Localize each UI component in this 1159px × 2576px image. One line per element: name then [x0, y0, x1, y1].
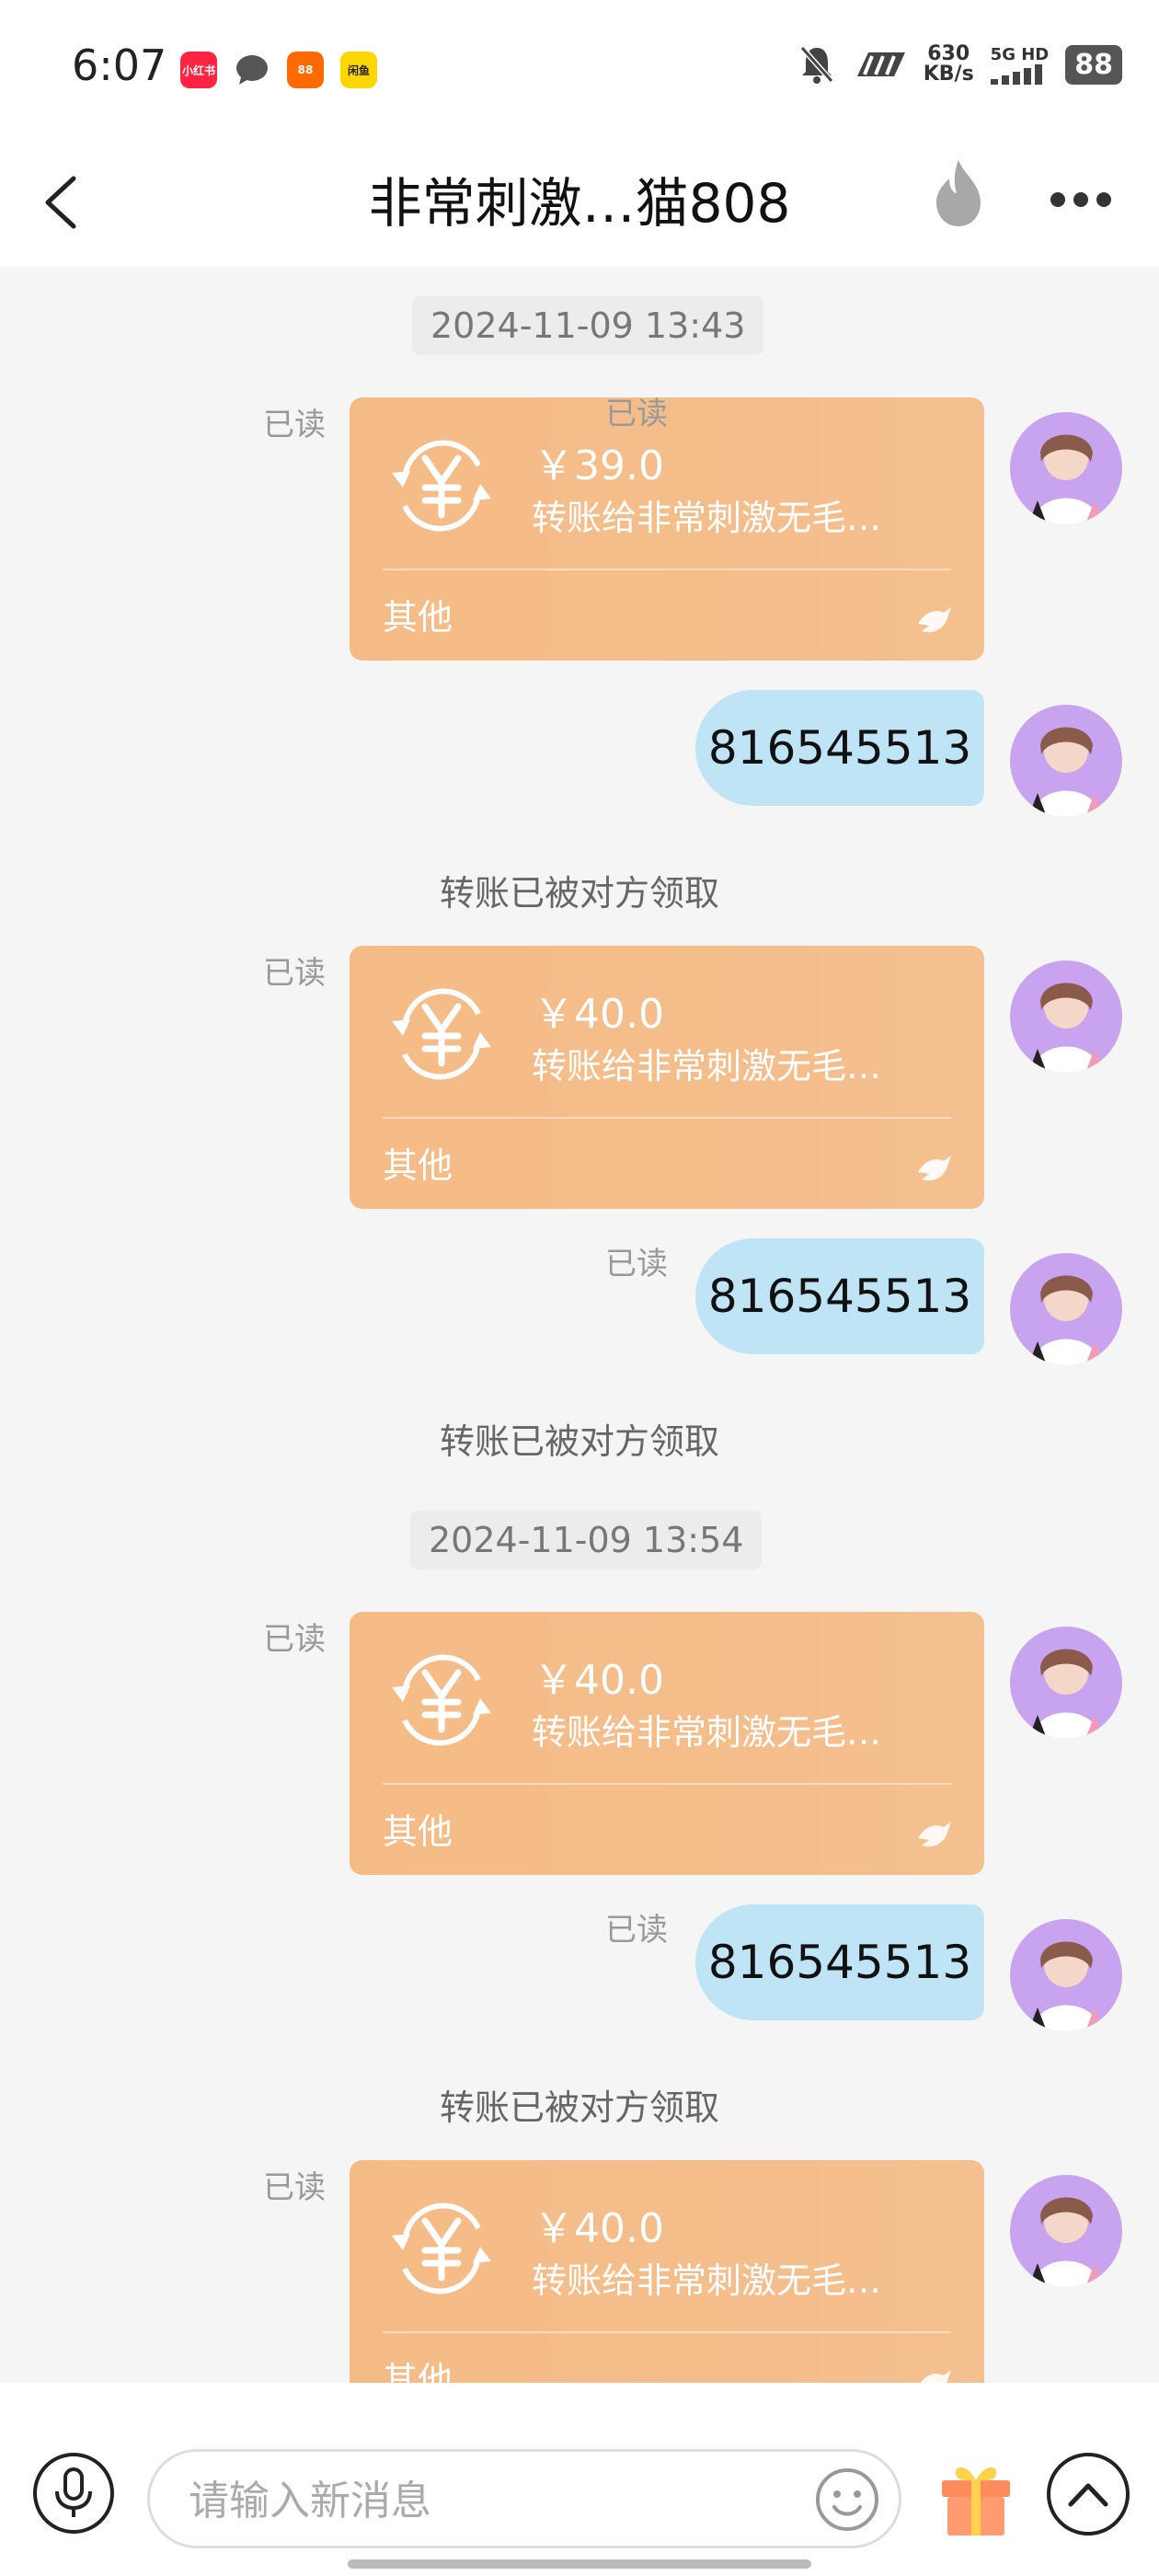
- chat-messages[interactable]: 2024-11-09 13:43 已读 ￥39.0 转账给非常刺激无毛… 其他 …: [0, 267, 1159, 2383]
- chevron-up-icon: [1068, 2483, 1108, 2507]
- avatar[interactable]: [1010, 2175, 1122, 2287]
- read-receipt: 已读: [263, 2169, 326, 2206]
- expand-button[interactable]: [1047, 2453, 1130, 2536]
- network-type: 5G HD: [990, 44, 1050, 64]
- sent-message-bubble[interactable]: 816545513: [695, 1904, 984, 2020]
- signal-bars-icon: [990, 63, 1042, 85]
- mute-bell-icon: [799, 46, 833, 84]
- network-speed-unit: KB/s: [923, 63, 974, 86]
- shopping-app-icon: 88: [287, 52, 324, 88]
- avatar[interactable]: [1010, 1253, 1122, 1365]
- divider: [383, 569, 951, 570]
- microphone-icon: [55, 2467, 92, 2517]
- fire-icon[interactable]: [929, 156, 988, 230]
- system-notice: 转账已被对方领取: [439, 873, 719, 914]
- divider: [383, 1783, 951, 1785]
- sent-message-bubble[interactable]: 816545513: [695, 1238, 984, 1354]
- avatar[interactable]: [1010, 412, 1122, 524]
- signal-indicator: 5G HD: [990, 44, 1050, 85]
- yen-transfer-icon: [392, 440, 491, 532]
- read-receipt: 已读: [605, 1246, 668, 1282]
- xianyu-app-icon: 闲鱼: [340, 52, 377, 88]
- xiaohongshu-app-icon: 小红书: [180, 52, 217, 88]
- read-receipt: 已读: [263, 1621, 326, 1658]
- message-input[interactable]: [187, 2468, 761, 2533]
- transfer-category: 其他: [383, 597, 453, 638]
- read-receipt: 已读: [605, 1912, 668, 1949]
- chat-header: 非常刺激…猫808: [0, 138, 1159, 267]
- emoji-icon[interactable]: [810, 2463, 884, 2536]
- avatar[interactable]: [1010, 1919, 1122, 2031]
- status-time: 6:07: [72, 40, 167, 90]
- yen-transfer-icon: [392, 1654, 491, 1746]
- divider: [383, 1117, 951, 1119]
- network-speed: 630 KB/s: [924, 44, 974, 85]
- transfer-amount: ￥40.0: [534, 991, 664, 1038]
- read-receipt: 已读: [605, 396, 668, 432]
- message-app-icon: [234, 52, 270, 88]
- avatar[interactable]: [1010, 960, 1122, 1073]
- network-speed-value: 630: [927, 42, 970, 65]
- read-receipt: 已读: [263, 407, 326, 443]
- status-app-icons: 小红书 88 闲鱼: [180, 52, 377, 88]
- avatar[interactable]: [1010, 705, 1122, 817]
- system-notice: 转账已被对方领取: [439, 2087, 719, 2128]
- timestamp: 2024-11-09 13:43: [412, 296, 764, 355]
- sent-message-bubble[interactable]: 816545513: [695, 690, 984, 806]
- transfer-category: 其他: [383, 2360, 453, 2383]
- yen-transfer-icon: [392, 2202, 491, 2294]
- avatar[interactable]: [1010, 1627, 1122, 1739]
- input-bar: [0, 2383, 1159, 2576]
- transfer-amount: ￥39.0: [534, 443, 664, 489]
- timestamp: 2024-11-09 13:54: [410, 1511, 763, 1570]
- back-arrow-icon[interactable]: [42, 175, 79, 230]
- transfer-category: 其他: [383, 1145, 453, 1186]
- bird-logo-icon: [920, 2370, 951, 2383]
- transfer-card[interactable]: ￥39.0 转账给非常刺激无毛… 其他: [350, 397, 984, 661]
- bird-logo-icon: [918, 607, 951, 633]
- message-input-container: [147, 2449, 901, 2548]
- transfer-description: 转账给非常刺激无毛…: [532, 1712, 882, 1753]
- transfer-description: 转账给非常刺激无毛…: [532, 1046, 882, 1087]
- system-notice: 转账已被对方领取: [439, 1421, 719, 1462]
- battery-level: 88: [1065, 44, 1122, 85]
- transfer-category: 其他: [383, 1811, 453, 1852]
- status-indicators: 630 KB/s 5G HD 88: [798, 44, 1122, 85]
- transfer-amount: ￥40.0: [534, 2205, 664, 2252]
- yen-transfer-icon: [392, 988, 491, 1080]
- voice-input-button[interactable]: [33, 2453, 114, 2534]
- bird-logo-icon: [918, 1822, 951, 1847]
- carrier-logo-icon: [856, 52, 905, 76]
- home-indicator[interactable]: [348, 2559, 811, 2569]
- transfer-description: 转账给非常刺激无毛…: [532, 498, 882, 538]
- status-bar: 6:07 小红书 88 闲鱼 630 KB/s 5G HD 88: [0, 0, 1159, 138]
- bird-logo-icon: [918, 1156, 951, 1181]
- transfer-description: 转账给非常刺激无毛…: [532, 2260, 882, 2301]
- divider: [383, 2331, 951, 2333]
- transfer-card[interactable]: ￥40.0 转账给非常刺激无毛… 其他: [350, 1612, 984, 1875]
- transfer-card[interactable]: ￥40.0 转账给非常刺激无毛… 其他: [350, 2160, 984, 2383]
- transfer-amount: ￥40.0: [534, 1657, 664, 1704]
- more-options-icon[interactable]: [1049, 186, 1113, 213]
- gift-icon[interactable]: [935, 2453, 1017, 2537]
- chat-title: 非常刺激…猫808: [368, 172, 791, 235]
- read-receipt: 已读: [263, 955, 326, 992]
- transfer-card[interactable]: ￥40.0 转账给非常刺激无毛… 其他: [350, 946, 984, 1209]
